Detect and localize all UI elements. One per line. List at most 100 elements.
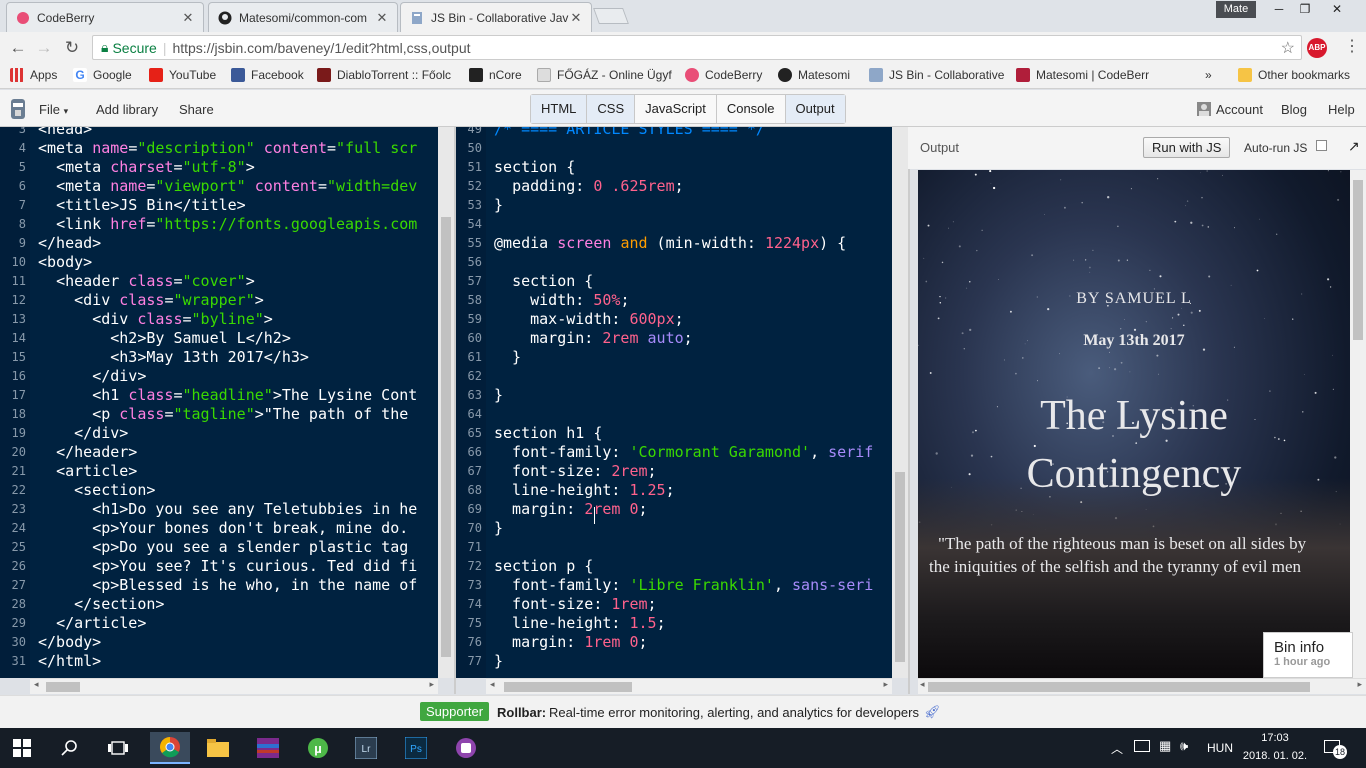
code-line[interactable]: </article> — [38, 614, 146, 633]
bookmark-matesomi-codeberry[interactable]: Matesomi | CodeBerr — [1016, 68, 1149, 82]
clock-time[interactable]: 17:03 — [1245, 732, 1305, 744]
scroll-thumb[interactable] — [504, 682, 632, 692]
code-line[interactable]: margin: 2rem 0; — [494, 500, 647, 519]
bookmark-codeberry[interactable]: CodeBerry — [685, 68, 762, 82]
code-line[interactable]: <p>Blessed is he who, in the name of — [38, 576, 417, 595]
close-tab-icon[interactable]: ✕ — [375, 10, 389, 26]
tab-github[interactable]: Matesomi/common-com ✕ — [208, 2, 398, 32]
bookmark-fogaz[interactable]: FŐGÁZ - Online Ügyf — [537, 68, 672, 82]
code-line[interactable]: padding: 0 .625rem; — [494, 177, 684, 196]
blog-link[interactable]: Blog — [1281, 102, 1307, 117]
code-line[interactable]: </html> — [38, 652, 101, 671]
scroll-left-icon[interactable]: ◂ — [490, 679, 495, 690]
code-line[interactable]: font-family: 'Libre Franklin', sans-seri — [494, 576, 873, 595]
scroll-thumb[interactable] — [928, 682, 1310, 692]
autorun-checkbox[interactable] — [1316, 140, 1327, 151]
code-line[interactable]: section { — [494, 158, 575, 177]
profile-button[interactable]: Mate — [1216, 1, 1256, 18]
close-window-icon[interactable]: ✕ — [1322, 0, 1352, 18]
code-line[interactable]: </head> — [38, 234, 101, 253]
supporter-badge[interactable]: Supporter — [420, 702, 490, 721]
code-line[interactable]: <meta charset="utf-8"> — [38, 158, 255, 177]
code-line[interactable]: <header class="cover"> — [38, 272, 255, 291]
code-line[interactable]: section h1 { — [494, 424, 602, 443]
code-line[interactable]: </section> — [38, 595, 164, 614]
code-line[interactable]: margin: 2rem auto; — [494, 329, 693, 348]
code-line[interactable]: <h3>May 13th 2017</h3> — [38, 348, 309, 367]
search-icon[interactable] — [50, 732, 90, 764]
lightroom-icon[interactable]: Lr — [346, 732, 386, 764]
code-line[interactable]: line-height: 1.25; — [494, 481, 675, 500]
account-link[interactable]: Account — [1216, 102, 1263, 117]
code-line[interactable]: <article> — [38, 462, 137, 481]
show-hidden-icons[interactable]: ︿ — [1111, 740, 1123, 757]
tab-javascript[interactable]: JavaScript — [635, 95, 717, 123]
code-line[interactable]: </div> — [38, 424, 128, 443]
tab-console[interactable]: Console — [717, 95, 786, 123]
back-icon[interactable]: ← — [6, 36, 30, 60]
scroll-right-icon[interactable]: ▸ — [429, 679, 434, 690]
output-scrollbar[interactable] — [1350, 170, 1366, 678]
html-editor-hscrollbar[interactable]: ◂ ▸ — [30, 678, 438, 694]
task-view-icon[interactable] — [98, 732, 138, 764]
run-with-js-button[interactable]: Run with JS — [1143, 137, 1231, 158]
code-line[interactable]: } — [494, 348, 521, 367]
network-icon[interactable]: ▦ — [1159, 738, 1171, 754]
css-editor-scrollbar[interactable] — [892, 127, 908, 678]
reload-icon[interactable]: ↻ — [60, 36, 84, 60]
scroll-left-icon[interactable]: ◂ — [920, 679, 925, 690]
bookmark-facebook[interactable]: Facebook — [231, 68, 304, 82]
code-line[interactable]: <h2>By Samuel L</h2> — [38, 329, 291, 348]
file-explorer-icon[interactable] — [198, 732, 238, 764]
code-line[interactable]: <body> — [38, 253, 92, 272]
code-line[interactable]: } — [494, 386, 503, 405]
code-line[interactable]: </div> — [38, 367, 146, 386]
help-link[interactable]: Help — [1328, 102, 1355, 117]
code-line[interactable]: margin: 1rem 0; — [494, 633, 647, 652]
code-line[interactable]: <h1 class="headline">The Lysine Cont — [38, 386, 417, 405]
bookmark-google[interactable]: G Google — [73, 68, 132, 82]
css-editor[interactable]: 49 50 51 52 53 54 55 56 57 58 59 60 61 62 63 64 65 66 67 68… — [456, 127, 892, 678]
close-tab-icon[interactable]: ✕ — [181, 10, 195, 26]
windows-start-icon[interactable] — [2, 732, 42, 764]
tab-codeberry[interactable]: CodeBerry ✕ — [6, 2, 204, 32]
close-tab-icon[interactable]: ✕ — [569, 10, 583, 26]
bin-info-panel[interactable]: Bin info 1 hour ago — [1263, 632, 1353, 678]
pane-divider[interactable] — [908, 127, 910, 694]
address-bar[interactable]: 🔒︎ Secure | https://jsbin.com/baveney/1/… — [92, 35, 1302, 60]
code-line[interactable]: <h1>Do you see any Teletubbies in he — [38, 500, 417, 519]
tab-html[interactable]: HTML — [531, 95, 588, 123]
code-line[interactable]: font-family: 'Cormorant Garamond', serif — [494, 443, 873, 462]
app-icon[interactable] — [446, 732, 486, 764]
code-line[interactable]: <div class="byline"> — [38, 310, 273, 329]
code-line[interactable]: <meta name="viewport" content="width=dev — [38, 177, 417, 196]
scroll-thumb[interactable] — [46, 682, 80, 692]
code-line[interactable]: </body> — [38, 633, 101, 652]
code-line[interactable]: <div class="wrapper"> — [38, 291, 264, 310]
code-line[interactable]: /* ==== ARTICLE STYLES ==== */ — [494, 127, 765, 139]
bookmark-youtube[interactable]: YouTube — [149, 68, 216, 82]
code-line[interactable]: <head> — [38, 127, 92, 139]
code-line[interactable]: <link href="https://fonts.googleapis.com — [38, 215, 417, 234]
bookmark-diablotorrent[interactable]: DiabloTorrent :: Főolc — [317, 68, 451, 82]
minimize-icon[interactable]: ─ — [1266, 0, 1292, 18]
code-line[interactable]: <meta name="description" content="full s… — [38, 139, 417, 158]
bookmark-apps[interactable]: Apps — [10, 68, 57, 82]
code-line[interactable]: section { — [494, 272, 593, 291]
bookmark-matesomi[interactable]: Matesomi — [778, 68, 850, 82]
bookmark-star-icon[interactable]: ☆ — [1281, 38, 1295, 58]
code-line[interactable]: } — [494, 652, 503, 671]
sponsor-text[interactable]: Real-time error monitoring, alerting, an… — [549, 705, 919, 720]
adblock-plus-icon[interactable]: ABP — [1307, 38, 1327, 58]
code-line[interactable]: } — [494, 196, 503, 215]
sponsor-name[interactable]: Rollbar: — [497, 705, 546, 720]
clock-date[interactable]: 2018. 01. 02. — [1240, 750, 1310, 762]
html-editor-scrollbar[interactable] — [438, 127, 454, 678]
code-line[interactable]: <p>You see? It's curious. Ted did fi — [38, 557, 417, 576]
add-library-button[interactable]: Add library — [96, 102, 158, 117]
code-line[interactable]: <section> — [38, 481, 155, 500]
code-line[interactable]: font-size: 1rem; — [494, 595, 657, 614]
restore-icon[interactable]: ❐ — [1292, 0, 1318, 18]
html-editor[interactable]: 3 4 5 6 7 8 9 10 11 12 13 14 15 16 17 18 19 20 21 22 23 24 25 2… — [0, 127, 438, 678]
code-line[interactable]: line-height: 1.5; — [494, 614, 666, 633]
